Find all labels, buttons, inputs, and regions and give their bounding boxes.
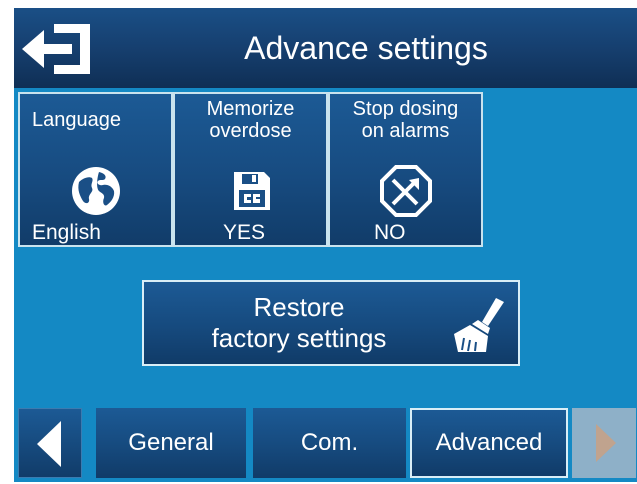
memorize-overdose-value: YES <box>223 221 266 244</box>
back-button[interactable] <box>20 20 94 78</box>
globe-icon <box>71 167 120 215</box>
save-disk-icon <box>233 172 270 210</box>
arrow-right-icon <box>596 424 616 462</box>
bottom-nav: General Com. Advanced <box>14 404 637 482</box>
next-page-button[interactable] <box>572 408 636 478</box>
language-label: Language <box>32 109 121 131</box>
tab-advanced[interactable]: Advanced <box>410 408 568 478</box>
memorize-overdose-label: Memorize overdose <box>206 98 295 142</box>
tab-com[interactable]: Com. <box>253 408 406 478</box>
stop-dosing-label: Stop dosing on alarms <box>352 98 459 142</box>
language-value: English <box>32 221 101 244</box>
header-bar: Advance settings <box>14 8 637 88</box>
prev-page-button[interactable] <box>18 408 82 478</box>
memorize-overdose-tile[interactable]: Memorize overdose YES <box>173 92 328 247</box>
tab-general[interactable]: General <box>96 408 246 478</box>
arrow-left-icon <box>37 421 61 467</box>
screen: Advance settings Language English Memori… <box>14 8 637 482</box>
restore-factory-label: Restore factory settings <box>211 292 387 353</box>
language-tile[interactable]: Language English <box>18 92 173 247</box>
page-title: Advance settings <box>244 30 488 66</box>
exit-arrow-icon <box>22 24 90 74</box>
restore-factory-button[interactable]: Restore factory settings <box>142 280 520 366</box>
broom-icon <box>454 298 504 352</box>
stop-dosing-tile[interactable]: Stop dosing on alarms NO <box>328 92 483 247</box>
stop-octagon-icon <box>379 165 432 217</box>
stop-dosing-value: NO <box>374 221 406 244</box>
